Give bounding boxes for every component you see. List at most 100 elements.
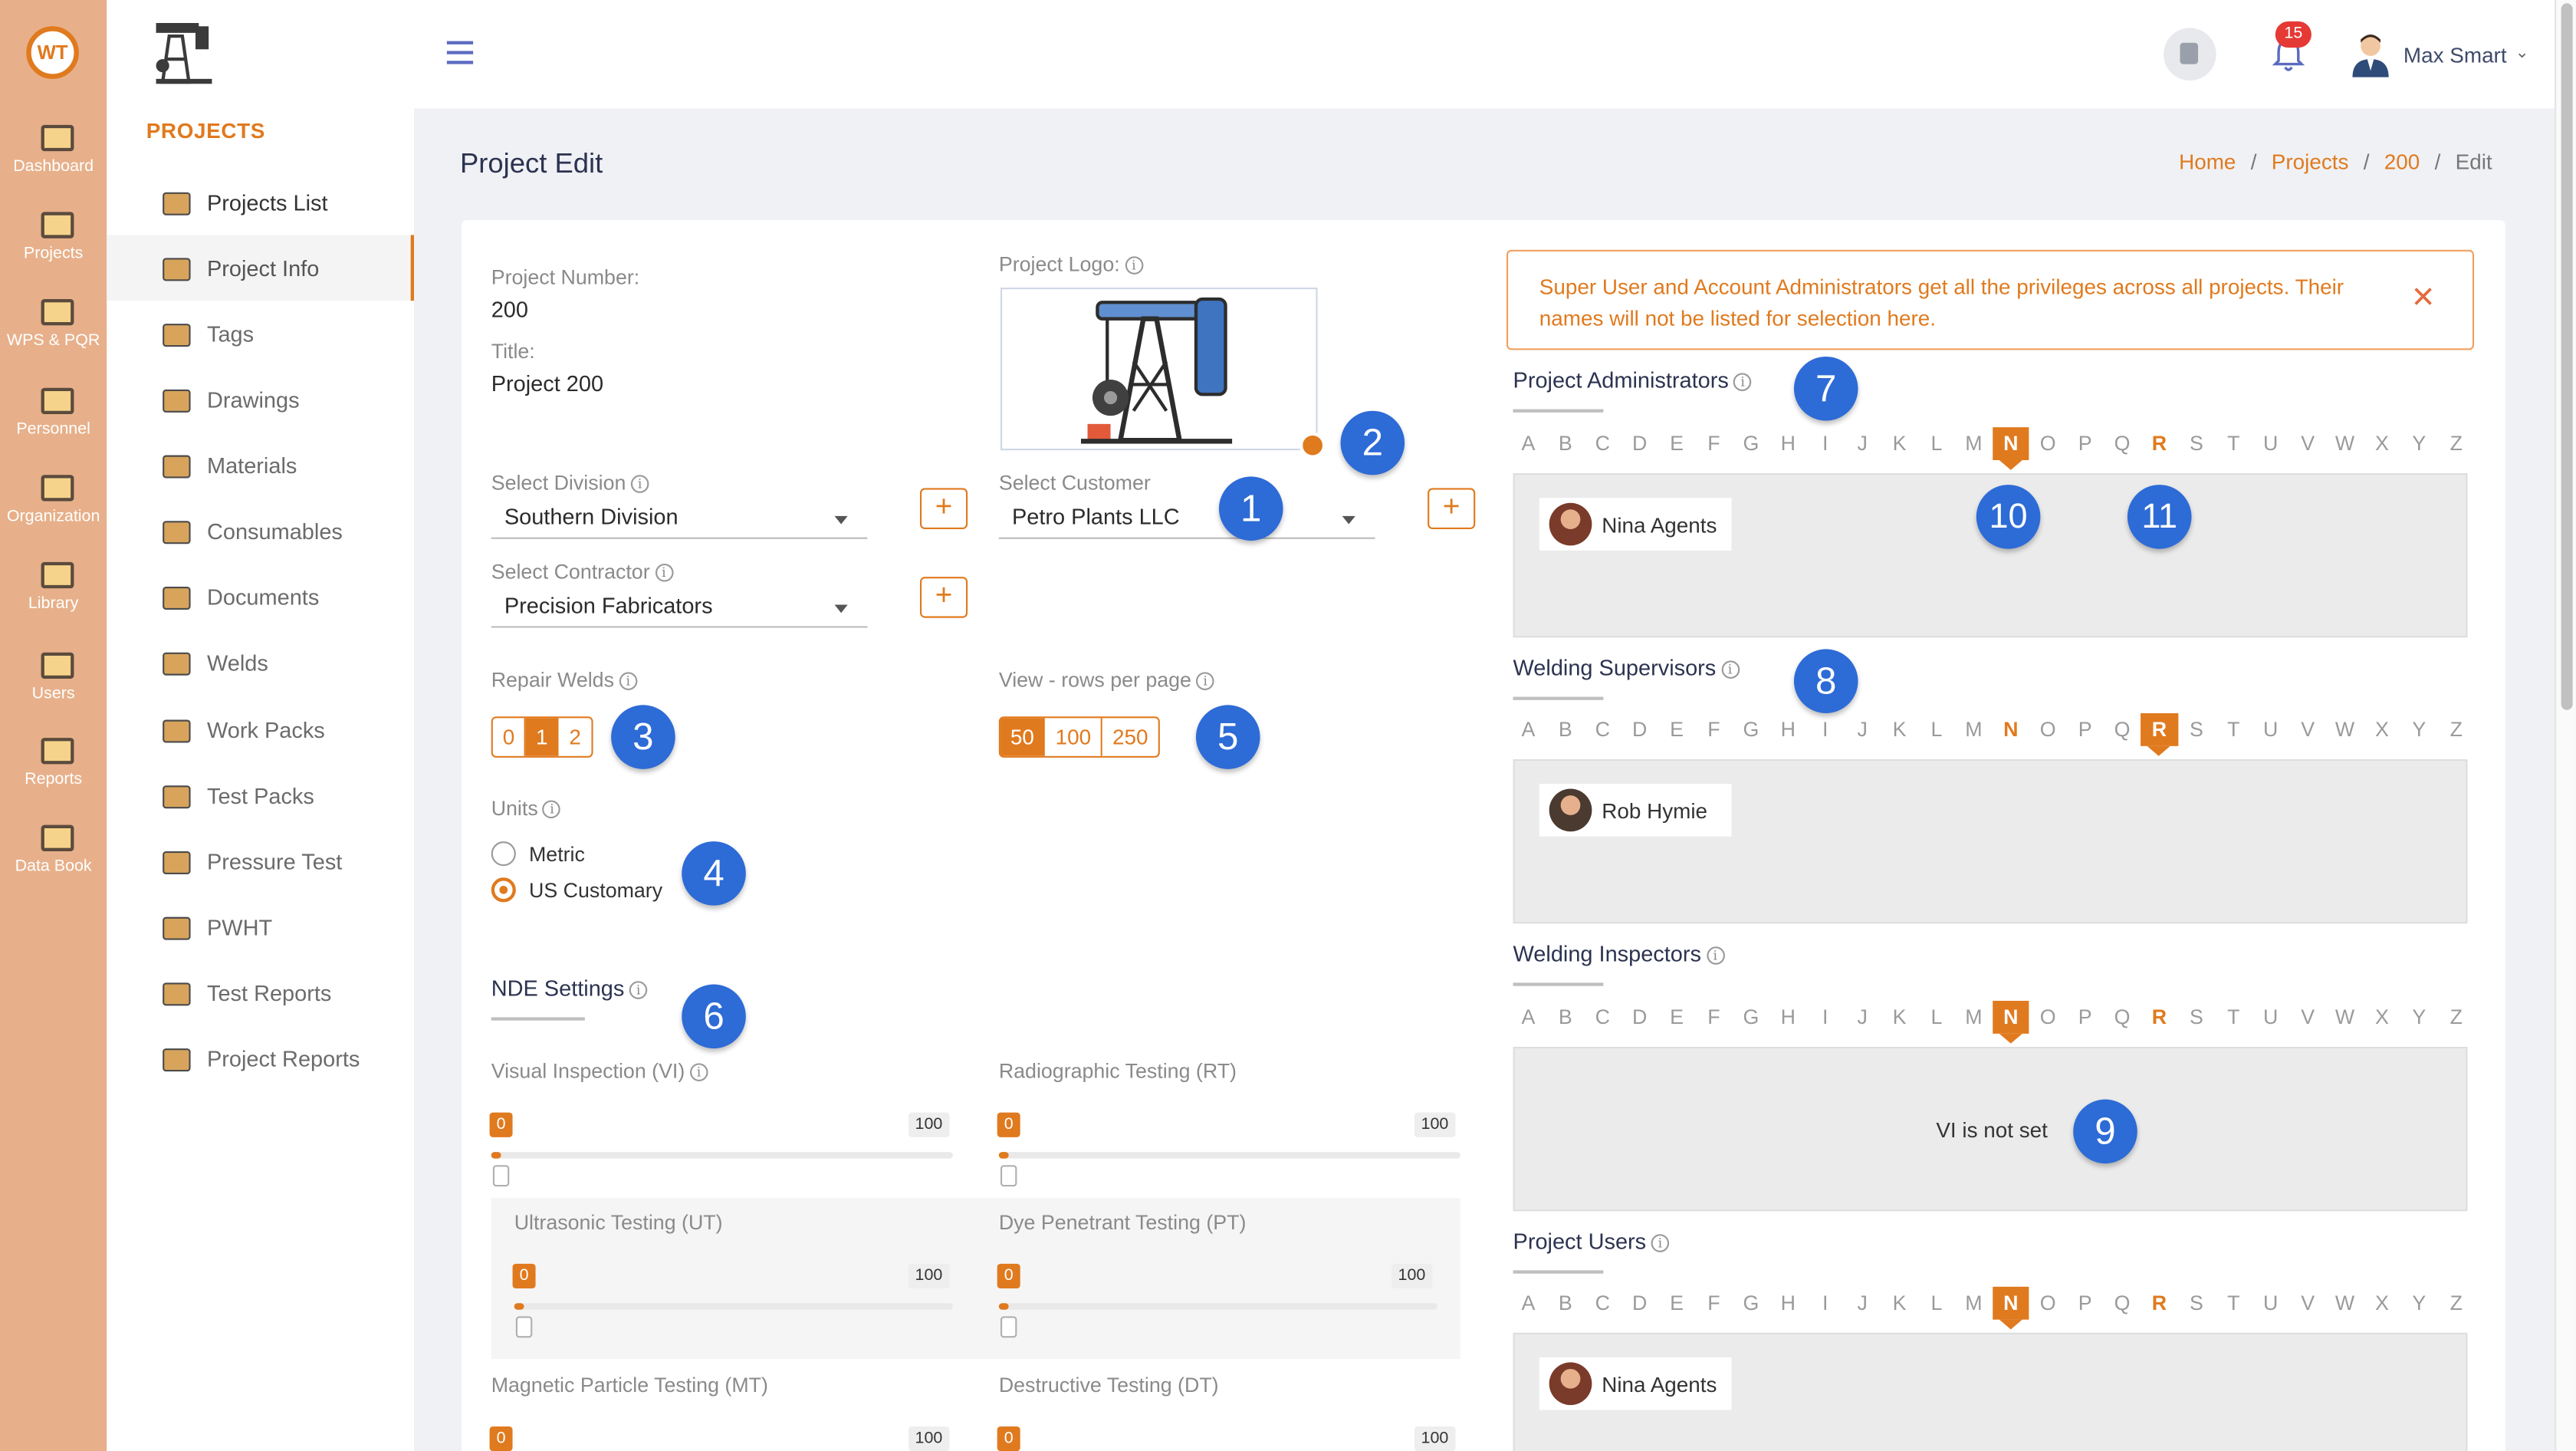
alpha-letter-s[interactable]: S xyxy=(2178,713,2215,746)
ut-slider-handle[interactable] xyxy=(515,1316,533,1338)
rail-data-book[interactable]: Data Book xyxy=(0,818,107,876)
alpha-letter-p[interactable]: P xyxy=(2066,427,2103,460)
rt-slider-handle[interactable] xyxy=(1000,1165,1017,1187)
info-icon[interactable]: i xyxy=(1733,373,1752,391)
alpha-letter-j[interactable]: J xyxy=(1844,427,1881,460)
alpha-letter-i[interactable]: I xyxy=(1807,1001,1844,1034)
info-icon[interactable]: i xyxy=(1651,1234,1670,1252)
alpha-letter-v[interactable]: V xyxy=(2289,1001,2326,1034)
alpha-letter-g[interactable]: G xyxy=(1733,1001,1769,1034)
alpha-letter-k[interactable]: K xyxy=(1881,427,1917,460)
alpha-letter-d[interactable]: D xyxy=(1621,1001,1658,1034)
alpha-letter-j[interactable]: J xyxy=(1844,713,1881,746)
alpha-letter-k[interactable]: K xyxy=(1881,713,1917,746)
sidebar-item-project-reports[interactable]: Project Reports xyxy=(107,1025,414,1091)
breadcrumb-projects[interactable]: Projects xyxy=(2272,150,2349,174)
repair-option-1[interactable]: 1 xyxy=(526,718,560,756)
alpha-letter-o[interactable]: O xyxy=(2029,427,2066,460)
alpha-letter-u[interactable]: U xyxy=(2252,1001,2289,1034)
alpha-letter-u[interactable]: U xyxy=(2252,1287,2289,1320)
close-icon[interactable]: ✕ xyxy=(2410,283,2436,313)
alpha-letter-b[interactable]: B xyxy=(1547,427,1584,460)
alpha-letter-b[interactable]: B xyxy=(1547,1001,1584,1034)
rail-wps-pqr[interactable]: WPS & PQR xyxy=(0,292,107,350)
alpha-letter-y[interactable]: Y xyxy=(2400,713,2437,746)
alpha-letter-l[interactable]: L xyxy=(1918,427,1955,460)
alpha-letter-g[interactable]: G xyxy=(1733,713,1769,746)
sidebar-item-tags[interactable]: Tags xyxy=(107,301,414,367)
alpha-letter-p[interactable]: P xyxy=(2066,1287,2103,1320)
alpha-letter-a[interactable]: A xyxy=(1510,427,1546,460)
alpha-letter-t[interactable]: T xyxy=(2215,1287,2252,1320)
alpha-letter-f[interactable]: F xyxy=(1695,713,1732,746)
alpha-letter-z[interactable]: Z xyxy=(2438,1287,2475,1320)
add-division-button[interactable]: + xyxy=(919,488,968,529)
sidebar-item-materials[interactable]: Materials xyxy=(107,433,414,498)
alpha-letter-h[interactable]: H xyxy=(1769,427,1806,460)
alpha-letter-o[interactable]: O xyxy=(2029,713,2066,746)
alpha-letter-c[interactable]: C xyxy=(1584,713,1621,746)
alpha-letter-y[interactable]: Y xyxy=(2400,1001,2437,1034)
alpha-letter-f[interactable]: F xyxy=(1695,1001,1732,1034)
alpha-letter-s[interactable]: S xyxy=(2178,1287,2215,1320)
alpha-letter-k[interactable]: K xyxy=(1881,1001,1917,1034)
sidebar-item-test-packs[interactable]: Test Packs xyxy=(107,762,414,828)
alpha-letter-r[interactable]: R xyxy=(2141,427,2177,460)
rows-option-100[interactable]: 100 xyxy=(1045,718,1103,756)
alpha-letter-t[interactable]: T xyxy=(2215,1001,2252,1034)
info-icon[interactable]: i xyxy=(630,475,649,493)
alpha-letter-q[interactable]: Q xyxy=(2104,1287,2141,1320)
alpha-letter-f[interactable]: F xyxy=(1695,1287,1732,1320)
sidebar-item-drawings[interactable]: Drawings xyxy=(107,367,414,433)
alpha-letter-a[interactable]: A xyxy=(1510,1001,1546,1034)
alpha-letter-w[interactable]: W xyxy=(2326,1001,2363,1034)
pt-slider-track[interactable] xyxy=(998,1303,1438,1310)
rail-users[interactable]: Users xyxy=(0,646,107,703)
alpha-letter-r[interactable]: R xyxy=(2141,712,2178,756)
alpha-letter-l[interactable]: L xyxy=(1918,1001,1955,1034)
ut-slider-track[interactable] xyxy=(514,1303,953,1310)
alpha-letter-e[interactable]: E xyxy=(1658,427,1695,460)
vi-slider-track[interactable] xyxy=(491,1152,953,1159)
member-chip[interactable]: Nina Agents xyxy=(1539,498,1732,551)
alpha-letter-m[interactable]: M xyxy=(1955,1001,1992,1034)
info-icon[interactable]: i xyxy=(629,981,648,999)
add-contractor-button[interactable]: + xyxy=(919,577,968,618)
radio-circle[interactable] xyxy=(491,877,516,903)
alpha-letter-w[interactable]: W xyxy=(2326,713,2363,746)
alpha-letter-x[interactable]: X xyxy=(2364,713,2400,746)
alpha-letter-h[interactable]: H xyxy=(1769,1001,1806,1034)
alpha-letter-l[interactable]: L xyxy=(1918,1287,1955,1320)
alpha-letter-t[interactable]: T xyxy=(2215,427,2252,460)
sidebar-item-test-reports[interactable]: Test Reports xyxy=(107,959,414,1025)
rows-option-250[interactable]: 250 xyxy=(1102,718,1158,756)
alpha-letter-c[interactable]: C xyxy=(1584,1001,1621,1034)
info-icon[interactable]: i xyxy=(619,672,638,690)
units-us-customary-radio[interactable]: US Customary xyxy=(491,877,662,903)
alpha-letter-d[interactable]: D xyxy=(1621,713,1658,746)
alpha-letter-e[interactable]: E xyxy=(1658,1001,1695,1034)
user-name[interactable]: Max Smart xyxy=(2404,43,2507,67)
alpha-letter-h[interactable]: H xyxy=(1769,1287,1806,1320)
rail-library[interactable]: Library xyxy=(0,555,107,613)
alpha-letter-i[interactable]: I xyxy=(1807,1287,1844,1320)
sidebar-item-work-packs[interactable]: Work Packs xyxy=(107,697,414,763)
alpha-letter-v[interactable]: V xyxy=(2289,427,2326,460)
chevron-down-icon[interactable]: ⌄ xyxy=(2515,44,2529,63)
alpha-letter-a[interactable]: A xyxy=(1510,713,1546,746)
alpha-letter-c[interactable]: C xyxy=(1584,1287,1621,1320)
vi-slider-handle[interactable] xyxy=(492,1165,510,1187)
alpha-letter-d[interactable]: D xyxy=(1621,1287,1658,1320)
alpha-letter-v[interactable]: V xyxy=(2289,713,2326,746)
alpha-letter-t[interactable]: T xyxy=(2215,713,2252,746)
info-icon[interactable]: i xyxy=(689,1063,708,1081)
sidebar-item-documents[interactable]: Documents xyxy=(107,564,414,630)
sidebar-item-pwht[interactable]: PWHT xyxy=(107,894,414,960)
sidebar-item-consumables[interactable]: Consumables xyxy=(107,498,414,564)
rail-organization[interactable]: Organization xyxy=(0,469,107,526)
member-chip[interactable]: Rob Hymie xyxy=(1539,784,1732,837)
alpha-letter-i[interactable]: I xyxy=(1807,427,1844,460)
info-icon[interactable]: i xyxy=(1706,946,1725,965)
alpha-letter-m[interactable]: M xyxy=(1955,427,1992,460)
alpha-letter-q[interactable]: Q xyxy=(2104,713,2141,746)
